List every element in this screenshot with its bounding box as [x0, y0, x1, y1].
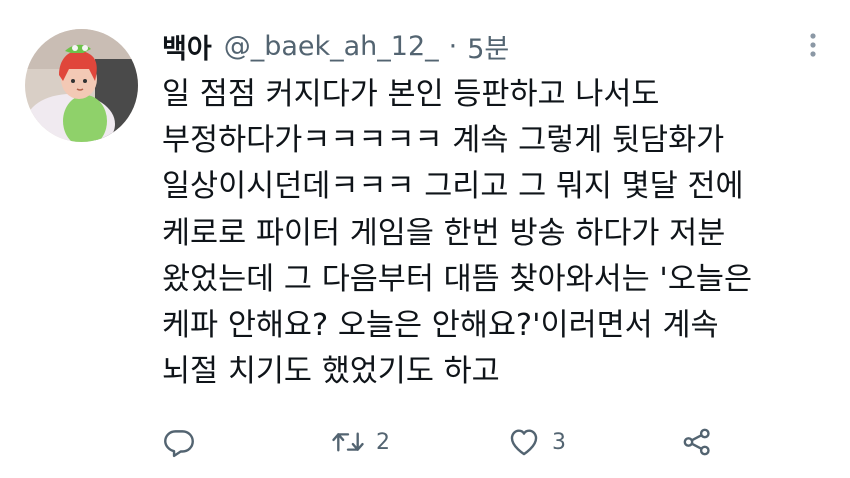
user-handle[interactable]: @_baek_ah_12_: [224, 31, 439, 62]
share-button[interactable]: [680, 420, 714, 464]
tweet-actions: 2 3: [0, 420, 850, 464]
tweet-header: 백아 @_baek_ah_12_ · 5분: [162, 24, 509, 68]
share-icon: [680, 425, 714, 459]
display-name[interactable]: 백아: [162, 27, 212, 66]
heart-icon: [506, 425, 542, 459]
tweet-text: 일 점점 커지다가 본인 등판하고 나서도 부정하다가ㅋㅋㅋㅋㅋ 계속 그렇게 …: [162, 77, 752, 390]
timestamp[interactable]: 5분: [467, 27, 509, 66]
avatar[interactable]: [25, 29, 138, 142]
retweet-count: 2: [376, 429, 390, 455]
separator-dot: ·: [448, 30, 458, 62]
retweet-button[interactable]: 2: [330, 420, 390, 464]
like-button[interactable]: 3: [506, 420, 566, 464]
retweet-icon: [330, 425, 366, 459]
tweet: 백아 @_baek_ah_12_ · 5분 일 점점 커지다가 본인 등판하고 …: [0, 0, 850, 478]
more-options-icon[interactable]: [798, 28, 828, 62]
reply-icon: [162, 425, 196, 459]
reply-button[interactable]: [162, 420, 196, 464]
like-count: 3: [552, 429, 566, 455]
